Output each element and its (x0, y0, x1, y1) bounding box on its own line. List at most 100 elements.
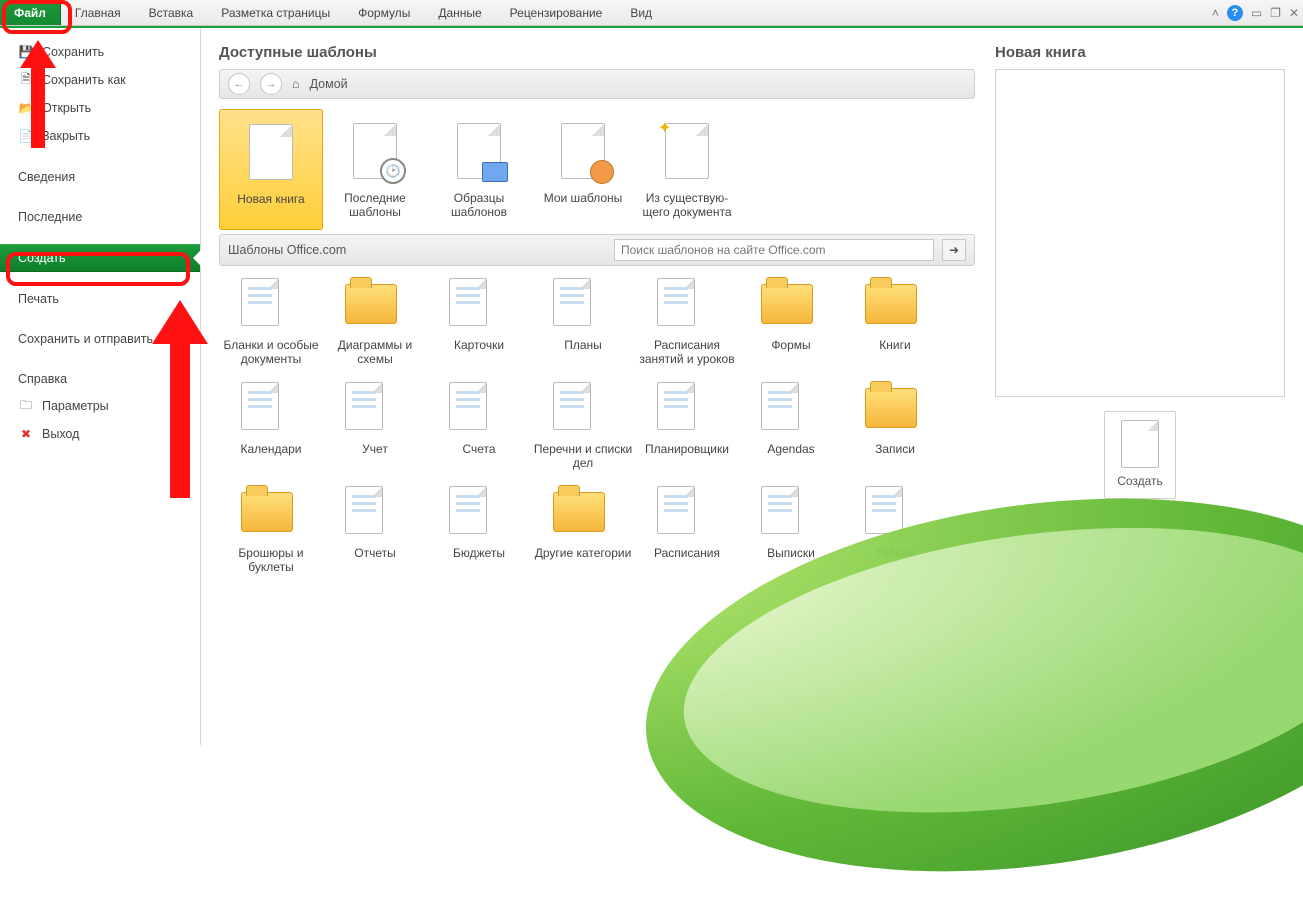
tile-label: Формы (739, 338, 843, 352)
sidebar-item-label: Печать (18, 292, 59, 306)
tab-home[interactable]: Главная (61, 0, 135, 25)
tile-label: Перечни и списки дел (531, 442, 635, 470)
template-category-tile[interactable]: Agendas (739, 376, 843, 480)
nav-forward-button[interactable]: → (260, 73, 282, 95)
office-templates-label: Шаблоны Office.com (228, 243, 346, 257)
tab-insert[interactable]: Вставка (135, 0, 208, 25)
tile-my-templates[interactable]: Мои шаблоны (531, 109, 635, 230)
ribbon: Файл Главная Вставка Разметка страницы Ф… (0, 0, 1303, 26)
document-icon (449, 486, 509, 542)
create-label: Создать (1117, 474, 1163, 488)
folder-icon (553, 486, 613, 542)
open-icon: 📂 (18, 100, 34, 116)
tab-view[interactable]: Вид (616, 0, 666, 25)
tab-label: Рецензирование (510, 6, 603, 20)
document-icon (241, 382, 301, 438)
exit-icon: ✖ (18, 426, 34, 442)
template-category-tile[interactable]: Отчеты (323, 480, 427, 584)
template-category-tile[interactable]: Счета (427, 376, 531, 480)
sidebar-item-help[interactable]: Справка (0, 366, 200, 392)
sidebar-item-label: Выход (42, 427, 79, 441)
tile-new-workbook[interactable]: Новая книга (219, 109, 323, 230)
tab-file[interactable]: Файл (0, 0, 61, 25)
template-category-tile[interactable]: Карточки (427, 272, 531, 376)
sidebar-item-new[interactable]: Создать (0, 244, 200, 272)
tab-label: Данные (438, 6, 481, 20)
tab-label: Главная (75, 6, 121, 20)
preview-box (995, 69, 1285, 397)
sidebar-item-saveas[interactable]: 🗎 Сохранить как (0, 66, 200, 94)
templates-center: Доступные шаблоны ← → ⌂ Домой Новая книг… (219, 40, 975, 745)
tile-label: Табели (843, 546, 947, 560)
preview-pane: Новая книга Создать (995, 40, 1285, 745)
template-category-tile[interactable]: Планировщики (635, 376, 739, 480)
sidebar-item-label: Сохранить и отправить (18, 332, 153, 346)
template-category-tile[interactable]: Выписки (739, 480, 843, 584)
sidebar-item-label: Последние (18, 210, 82, 224)
document-icon (449, 382, 509, 438)
tile-label: Учет (323, 442, 427, 456)
template-category-tile[interactable]: Диаграммы и схемы (323, 272, 427, 376)
document-icon (657, 382, 717, 438)
ribbon-minimize-icon[interactable]: ˄ (1212, 6, 1219, 20)
template-category-tile[interactable]: Календари (219, 376, 323, 480)
preview-title: Новая книга (995, 44, 1285, 61)
template-category-tile[interactable]: Планы (531, 272, 635, 376)
tab-pagelayout[interactable]: Разметка страницы (207, 0, 344, 25)
sidebar-item-save[interactable]: 💾 Сохранить (0, 38, 200, 66)
sidebar-item-open[interactable]: 📂 Открыть (0, 94, 200, 122)
sidebar-item-options[interactable]: 🗀 Параметры (0, 392, 200, 420)
nav-back-button[interactable]: ← (228, 73, 250, 95)
window-restore-icon[interactable]: ❐ (1270, 6, 1281, 20)
template-category-tile[interactable]: Формы (739, 272, 843, 376)
tile-label: Последние шаблоны (323, 191, 427, 220)
tab-data[interactable]: Данные (424, 0, 495, 25)
template-category-tile[interactable]: Расписания занятий и уроков (635, 272, 739, 376)
template-category-tile[interactable]: Брошюры и буклеты (219, 480, 323, 584)
window-minimize-icon[interactable]: ▭ (1251, 6, 1262, 20)
tile-label: Расписания занятий и уроков (635, 338, 739, 366)
search-go-button[interactable]: ➜ (942, 239, 966, 261)
window-close-icon[interactable]: ✕ (1289, 6, 1299, 20)
tile-label: Из существую­щего документа (635, 191, 739, 220)
sidebar-item-print[interactable]: Печать (0, 286, 200, 312)
create-button[interactable]: Создать (1104, 411, 1176, 499)
search-templates-input[interactable] (614, 239, 934, 261)
template-category-tile[interactable]: Бланки и особые документы (219, 272, 323, 376)
top-template-tiles: Новая книга 🕑 Последние шаблоны Образцы … (219, 109, 975, 230)
document-icon (657, 278, 717, 334)
tile-sample-templates[interactable]: Образцы шаблонов (427, 109, 531, 230)
tile-label: Календари (219, 442, 323, 456)
template-category-tile[interactable]: Перечни и списки дел (531, 376, 635, 480)
template-category-tile[interactable]: Учет (323, 376, 427, 480)
tab-formulas[interactable]: Формулы (344, 0, 424, 25)
from-existing-icon: ✦ (647, 115, 727, 187)
sample-templates-icon (439, 115, 519, 187)
template-category-tile[interactable]: Бюджеты (427, 480, 531, 584)
office-templates-header: Шаблоны Office.com ➜ (219, 234, 975, 266)
sidebar-item-share[interactable]: Сохранить и отправить (0, 326, 200, 352)
document-icon (553, 382, 613, 438)
template-category-tile[interactable]: Записи (843, 376, 947, 480)
template-category-tile[interactable]: Другие категории (531, 480, 635, 584)
tile-recent-templates[interactable]: 🕑 Последние шаблоны (323, 109, 427, 230)
home-icon[interactable]: ⌂ (292, 77, 300, 91)
backstage: 💾 Сохранить 🗎 Сохранить как 📂 Открыть 📄 … (0, 28, 1303, 745)
new-doc-icon (1109, 420, 1171, 468)
sidebar-item-info[interactable]: Сведения (0, 164, 200, 190)
help-icon[interactable]: ? (1227, 5, 1243, 21)
sidebar-item-exit[interactable]: ✖ Выход (0, 420, 200, 448)
tab-review[interactable]: Рецензирование (496, 0, 617, 25)
sidebar-item-label: Закрыть (42, 129, 90, 143)
sidebar-item-label: Справка (18, 372, 67, 386)
template-category-tile[interactable]: Расписания (635, 480, 739, 584)
template-category-tile[interactable]: Книги (843, 272, 947, 376)
sidebar-item-close[interactable]: 📄 Закрыть (0, 122, 200, 150)
breadcrumb-home[interactable]: Домой (310, 77, 348, 91)
folder-icon (241, 486, 301, 542)
template-category-tile[interactable]: Табели (843, 480, 947, 584)
my-templates-icon (543, 115, 623, 187)
sidebar-item-label: Параметры (42, 399, 109, 413)
sidebar-item-recent[interactable]: Последние (0, 204, 200, 230)
tile-from-existing[interactable]: ✦ Из существую­щего документа (635, 109, 739, 230)
